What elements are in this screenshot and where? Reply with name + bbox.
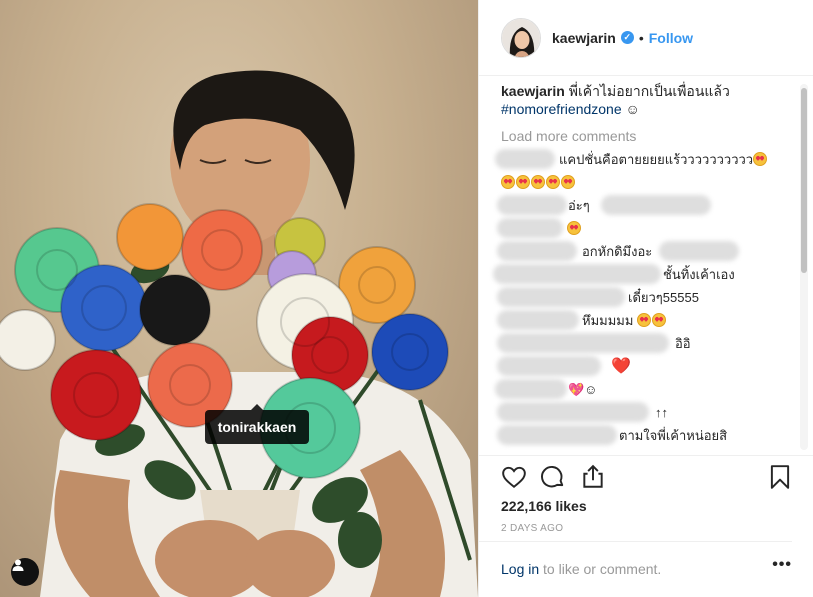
- heart-eyes-emoji-icon: [531, 175, 545, 189]
- comment-item: 💖☺: [495, 378, 792, 401]
- comment-text: ชั้นทิ้งเค้าเอง: [663, 267, 735, 282]
- comment-item: ตามใจพี่เค้าหน่อยสิ: [497, 424, 792, 447]
- comment-item: ❤️: [497, 355, 792, 378]
- login-prompt: Log in to like or comment. •••: [479, 541, 792, 597]
- login-link[interactable]: Log in: [501, 561, 539, 577]
- comment-text: หึมมมมม: [582, 313, 634, 328]
- comment-text: เดี๋ยวๆ55555: [628, 290, 699, 305]
- heart-eyes-emoji-icon: [567, 221, 581, 235]
- comment-text: ↑↑: [655, 405, 668, 420]
- scrollbar-thumb[interactable]: [801, 88, 807, 273]
- comment-item: ชั้นทิ้งเค้าเอง: [493, 263, 792, 286]
- comments-list[interactable]: kaewjarin พี่เค้าไม่อยากเป็นเพื่อนแล้ว #…: [479, 77, 813, 455]
- comment-text: อ่ะๆ: [568, 198, 590, 213]
- comment-item: อ่ะๆ: [497, 194, 792, 217]
- header-username[interactable]: kaewjarin: [552, 30, 616, 46]
- verified-badge-icon: ✓: [620, 31, 634, 44]
- comments-scrollbar[interactable]: [800, 84, 808, 450]
- heart-eyes-emoji-icon: [753, 152, 768, 166]
- post-caption: kaewjarin พี่เค้าไม่อยากเป็นเพื่อนแล้ว #…: [501, 82, 792, 118]
- comment-item: อิอิ: [497, 332, 792, 355]
- caption-text: พี่เค้าไม่อยากเป็นเพื่อนแล้ว: [568, 83, 730, 99]
- caption-emoji: ☺: [625, 101, 640, 117]
- comment-item: แคปชั่นคือตายยยยแร้วววววววววว: [495, 148, 792, 171]
- caption-username[interactable]: kaewjarin: [501, 83, 565, 99]
- comment-icon[interactable]: [540, 464, 566, 495]
- comment-item: [497, 217, 792, 240]
- heart-eyes-emoji-icon: [561, 175, 575, 189]
- post-header: kaewjarin ✓ • Follow: [479, 0, 813, 76]
- likes-count[interactable]: 222,166 likes: [501, 498, 587, 514]
- avatar[interactable]: [501, 17, 541, 58]
- load-more-comments-button[interactable]: Load more comments: [501, 128, 792, 144]
- comment-text: อิอิ: [675, 336, 691, 351]
- photo-illustration: [0, 70, 478, 597]
- post-actions: 222,166 likes 2 DAYS AGO Log in to like …: [479, 455, 813, 597]
- comment-item: หึมมมมม: [497, 309, 792, 332]
- comment-text: 💖☺: [568, 382, 598, 397]
- comment-text: อกหักดิมึงอะ: [582, 244, 653, 259]
- heart-eyes-emoji-icon: [652, 313, 667, 327]
- share-icon[interactable]: [580, 464, 606, 495]
- post-timestamp[interactable]: 2 DAYS AGO: [501, 523, 563, 534]
- post-side-panel: kaewjarin ✓ • Follow kaewjarin พี่เค้าไม…: [478, 0, 813, 597]
- bookmark-icon[interactable]: [767, 464, 793, 495]
- comment-item: ↑↑: [497, 401, 792, 424]
- heart-eyes-emoji-icon: [546, 175, 560, 189]
- heart-eyes-emoji-icon: [516, 175, 530, 189]
- comment-item: อกหักดิมึงอะ: [497, 240, 792, 263]
- heart-eyes-emoji-icon: [501, 175, 515, 189]
- comment-item: เดี๋ยวๆ55555: [497, 286, 792, 309]
- comment-text: แคปชั่นคือตายยยยแร้วววววววววว: [559, 152, 754, 167]
- user-tag-label[interactable]: tonirakkaen: [205, 404, 309, 444]
- comment-emoji-group: [501, 171, 576, 194]
- more-options-icon[interactable]: •••: [772, 556, 792, 574]
- header-separator: •: [638, 29, 644, 46]
- follow-button[interactable]: Follow: [649, 30, 693, 46]
- caption-hashtag[interactable]: #nomorefriendzone: [501, 101, 622, 117]
- login-prompt-text: to like or comment.: [539, 561, 662, 577]
- comment-item: [501, 171, 792, 194]
- comment-text: ตามใจพี่เค้าหน่อยสิ: [619, 428, 728, 443]
- post-photo[interactable]: tonirakkaen: [0, 0, 478, 597]
- heart-eyes-emoji-icon: [637, 313, 652, 327]
- comment-text: ❤️: [611, 358, 631, 375]
- user-tags-button[interactable]: [11, 558, 39, 586]
- heart-icon[interactable]: [501, 464, 527, 495]
